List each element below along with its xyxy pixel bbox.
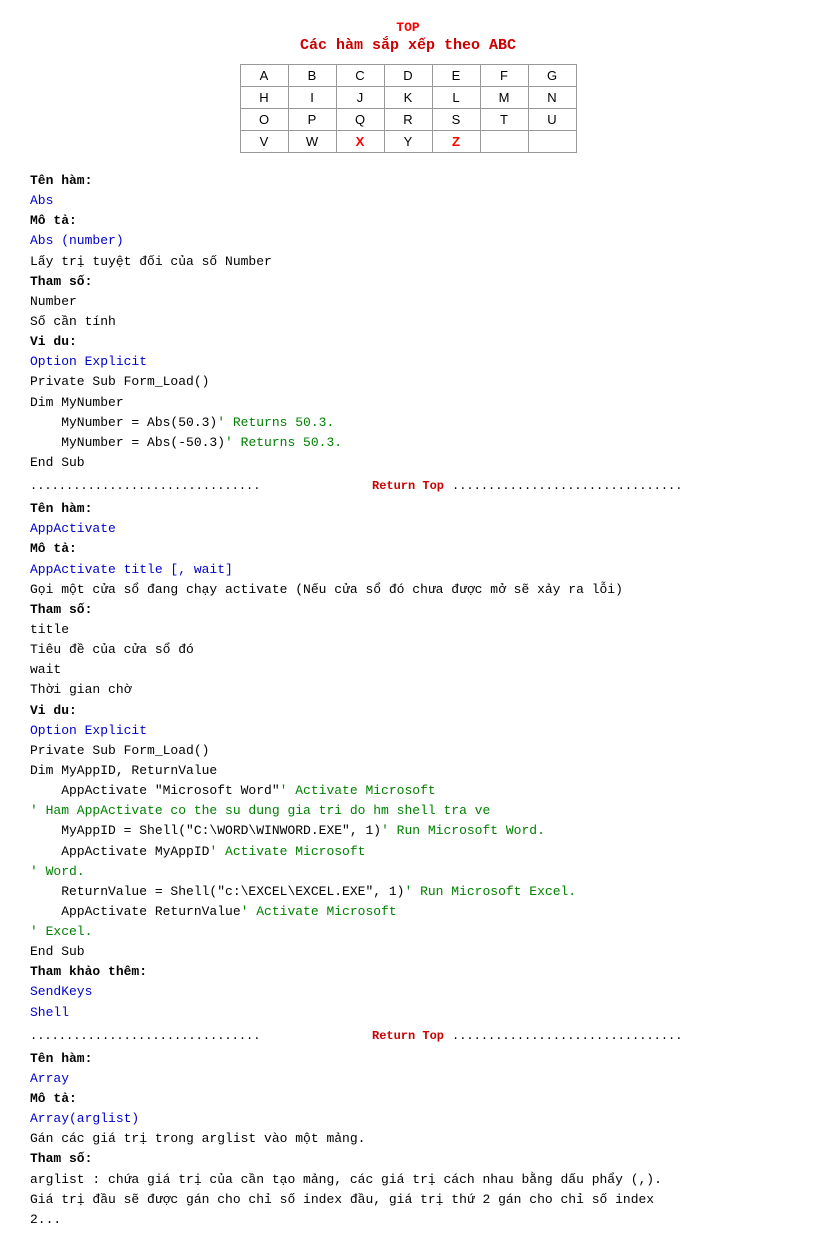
page-title: Các hàm sắp xếp theo ABC: [30, 37, 786, 54]
table-cell-n[interactable]: N: [528, 87, 576, 109]
table-cell-z[interactable]: Z: [432, 131, 480, 153]
app-code-7: AppActivate MyAppID' Activate Microsoft: [30, 844, 365, 859]
appactivate-description: Gọi một cửa sổ đang chạy activate (Nếu c…: [30, 582, 623, 597]
abs-code-1: Option Explicit: [30, 354, 147, 369]
table-cell-j[interactable]: J: [336, 87, 384, 109]
tham-khao-label: Tham khảo thêm:: [30, 964, 147, 979]
abs-function-name[interactable]: Abs: [30, 193, 53, 208]
array-description: Gán các giá trị trong arglist vào một mả…: [30, 1131, 365, 1146]
vi-du-label-abs: Vi du:: [30, 334, 77, 349]
table-cell-k[interactable]: K: [384, 87, 432, 109]
section-appactivate: Tên hàm: AppActivate Mô tả: AppActivate …: [30, 499, 786, 1023]
app-code-2: Private Sub Form_Load(): [30, 743, 209, 758]
table-cell-q[interactable]: Q: [336, 109, 384, 131]
tham-khao-shell[interactable]: Shell: [30, 1005, 69, 1020]
app-code-3: Dim MyAppID, ReturnValue: [30, 763, 217, 778]
table-cell-l[interactable]: L: [432, 87, 480, 109]
appactivate-syntax: AppActivate title [, wait]: [30, 562, 233, 577]
top-link[interactable]: TOP: [30, 20, 786, 35]
ten-ham-label-array: Tên hàm:: [30, 1051, 92, 1066]
table-cell-u[interactable]: U: [528, 109, 576, 131]
abs-param-number: Number: [30, 294, 77, 309]
array-function-name[interactable]: Array: [30, 1071, 69, 1086]
appactivate-param-title-desc: Tiêu đề của cửa sổ đó: [30, 642, 194, 657]
array-param-desc1: arglist : chứa giá trị của cần tạo mảng,…: [30, 1172, 662, 1187]
table-cell-w[interactable]: W: [288, 131, 336, 153]
table-cell-empty1: [480, 131, 528, 153]
table-cell-h[interactable]: H: [240, 87, 288, 109]
tham-so-label-app: Tham số:: [30, 602, 92, 617]
vi-du-label-app: Vi du:: [30, 703, 77, 718]
mo-ta-label-abs: Mô tả:: [30, 213, 77, 228]
table-cell-r[interactable]: R: [384, 109, 432, 131]
section-array: Tên hàm: Array Mô tả: Array(arglist) Gán…: [30, 1049, 786, 1230]
table-cell-t[interactable]: T: [480, 109, 528, 131]
table-cell-d[interactable]: D: [384, 65, 432, 87]
dots-right-1: ................................: [452, 479, 786, 493]
app-code-5: ' Ham AppActivate co the su dung gia tri…: [30, 803, 490, 818]
app-code-10: AppActivate ReturnValue' Activate Micros…: [30, 904, 397, 919]
appactivate-param-wait-desc: Thời gian chờ: [30, 682, 131, 697]
table-cell-e[interactable]: E: [432, 65, 480, 87]
app-code-11: ' Excel.: [30, 924, 92, 939]
dots-left-1: ................................: [30, 479, 364, 493]
table-cell-i[interactable]: I: [288, 87, 336, 109]
table-cell-x[interactable]: X: [336, 131, 384, 153]
app-code-12: End Sub: [30, 944, 85, 959]
tham-so-label-array: Tham số:: [30, 1151, 92, 1166]
abs-code-2: Private Sub Form_Load(): [30, 374, 209, 389]
return-top-link-2[interactable]: Return Top: [372, 1029, 444, 1043]
appactivate-param-title: title: [30, 622, 69, 637]
ten-ham-label-app: Tên hàm:: [30, 501, 92, 516]
abs-code-6: End Sub: [30, 455, 85, 470]
table-cell-c[interactable]: C: [336, 65, 384, 87]
app-code-1: Option Explicit: [30, 723, 147, 738]
abs-code-5: MyNumber = Abs(-50.3)' Returns 50.3.: [30, 435, 342, 450]
table-cell-b[interactable]: B: [288, 65, 336, 87]
table-cell-a[interactable]: A: [240, 65, 288, 87]
return-top-2: ................................ Return …: [30, 1029, 786, 1043]
abs-code-4: MyNumber = Abs(50.3)' Returns 50.3.: [30, 415, 334, 430]
table-cell-m[interactable]: M: [480, 87, 528, 109]
dots-left-2: ................................: [30, 1029, 364, 1043]
array-syntax: Array(arglist): [30, 1111, 139, 1126]
app-code-9: ReturnValue = Shell("c:\EXCEL\EXCEL.EXE"…: [30, 884, 576, 899]
table-cell-empty2: [528, 131, 576, 153]
section-abs: Tên hàm: Abs Mô tả: Abs (number) Lấy trị…: [30, 171, 786, 473]
table-cell-g[interactable]: G: [528, 65, 576, 87]
dots-right-2: ................................: [452, 1029, 786, 1043]
array-param-desc3: 2...: [30, 1212, 61, 1227]
array-param-desc2: Giá trị đầu sẽ được gán cho chỉ số index…: [30, 1192, 654, 1207]
table-cell-s[interactable]: S: [432, 109, 480, 131]
app-code-6: MyAppID = Shell("C:\WORD\WINWORD.EXE", 1…: [30, 823, 545, 838]
return-top-link-1[interactable]: Return Top: [372, 479, 444, 493]
ten-ham-label-abs: Tên hàm:: [30, 173, 92, 188]
table-cell-p[interactable]: P: [288, 109, 336, 131]
app-code-8: ' Word.: [30, 864, 85, 879]
abs-code-3: Dim MyNumber: [30, 395, 124, 410]
mo-ta-label-app: Mô tả:: [30, 541, 77, 556]
table-cell-v[interactable]: V: [240, 131, 288, 153]
abs-param-desc: Số cần tính: [30, 314, 116, 329]
return-top-1: ................................ Return …: [30, 479, 786, 493]
mo-ta-label-array: Mô tả:: [30, 1091, 77, 1106]
abs-description: Lấy trị tuyệt đối của số Number: [30, 254, 272, 269]
table-cell-o[interactable]: O: [240, 109, 288, 131]
tham-so-label-abs: Tham số:: [30, 274, 92, 289]
table-cell-f[interactable]: F: [480, 65, 528, 87]
app-code-4: AppActivate "Microsoft Word"' Activate M…: [30, 783, 436, 798]
appactivate-function-name[interactable]: AppActivate: [30, 521, 116, 536]
appactivate-param-wait: wait: [30, 662, 61, 677]
table-cell-y[interactable]: Y: [384, 131, 432, 153]
abc-navigation-table: A B C D E F G H I J K L M N O P Q R S T …: [240, 64, 577, 153]
abs-syntax: Abs (number): [30, 233, 124, 248]
tham-khao-sendkeys[interactable]: SendKeys: [30, 984, 92, 999]
